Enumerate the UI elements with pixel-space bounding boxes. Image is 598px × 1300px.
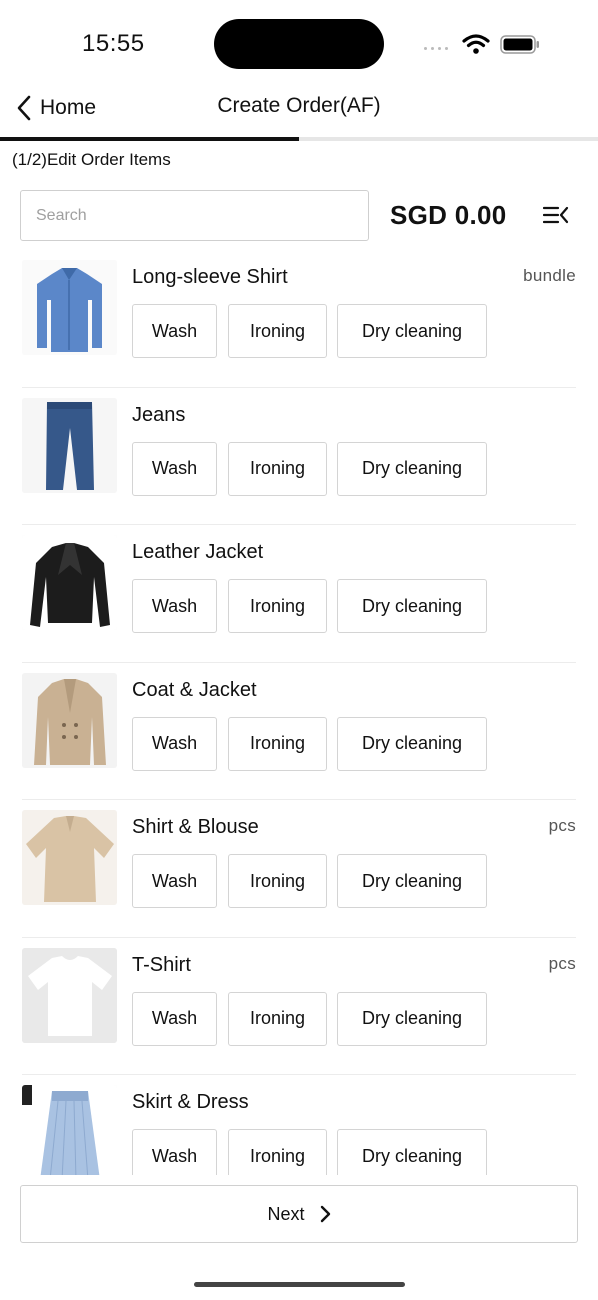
item-name: T-Shirt: [132, 953, 191, 976]
list-item: Long-sleeve Shirt bundle Wash Ironing Dry cl…: [0, 250, 598, 388]
item-list[interactable]: Long-sleeve Shirt bundle Wash Ironing Dry cl…: [0, 250, 598, 1175]
ironing-button[interactable]: Ironing: [228, 1129, 327, 1175]
dry-cleaning-button[interactable]: Dry cleaning: [337, 854, 487, 908]
wash-button[interactable]: Wash: [132, 716, 217, 771]
status-bar: 15:55: [0, 0, 598, 88]
step-progress-fill: [0, 137, 299, 141]
step-progress-bar: [0, 137, 598, 141]
item-name: Long-sleeve Shirt: [132, 266, 288, 288]
list-item: Shirt & Blouse pcs Wash Ironing Dry cleaning: [0, 800, 598, 938]
dry-cleaning-button[interactable]: Dry cleaning: [337, 1129, 487, 1175]
ironing-button[interactable]: Ironing: [228, 579, 327, 633]
dynamic-island: [214, 19, 384, 69]
wash-button[interactable]: Wash: [132, 304, 217, 358]
list-item: Leather Jacket Wash Ironing Dry cleaning: [0, 525, 598, 663]
leather-jacket-photo: [22, 535, 117, 630]
coat-photo: [22, 672, 117, 768]
t-shirt-photo: [22, 947, 117, 1043]
item-name: Shirt & Blouse: [132, 816, 259, 838]
list-item: Coat & Jacket Wash Ironing Dry cleaning: [0, 663, 598, 801]
dry-cleaning-button[interactable]: Dry cleaning: [337, 716, 487, 771]
wash-button[interactable]: Wash: [132, 991, 217, 1046]
wash-button[interactable]: Wash: [132, 854, 217, 908]
wash-button[interactable]: Wash: [132, 579, 217, 633]
home-indicator: [194, 1282, 405, 1287]
next-button[interactable]: Next: [20, 1185, 578, 1243]
chevron-right-icon: [320, 1205, 330, 1223]
wifi-icon: [462, 34, 490, 54]
back-label: Home: [40, 96, 97, 119]
dry-cleaning-button[interactable]: Dry cleaning: [337, 304, 487, 358]
item-unit: pcs: [548, 953, 576, 973]
item-unit: pcs: [548, 816, 576, 835]
item-name: Skirt & Dress: [132, 1091, 249, 1113]
search-input[interactable]: [20, 190, 369, 241]
ironing-button[interactable]: Ironing: [228, 304, 327, 358]
status-time: 15:55: [82, 30, 145, 57]
ironing-button[interactable]: Ironing: [228, 991, 327, 1046]
step-label: (1/2)Edit Order Items: [12, 150, 171, 169]
dry-cleaning-button[interactable]: Dry cleaning: [337, 991, 487, 1046]
dry-cleaning-button[interactable]: Dry cleaning: [337, 441, 487, 496]
skirt-photo: [22, 1085, 117, 1175]
list-collapse-icon[interactable]: [543, 204, 569, 226]
item-name: Coat & Jacket: [132, 678, 257, 701]
list-item: T-Shirt pcs Wash Ironing Dry cleaning: [0, 938, 598, 1076]
list-item: Jeans Wash Ironing Dry cleaning: [0, 388, 598, 526]
long-sleeve-shirt-photo: [22, 260, 117, 355]
cellular-signal-icon: [424, 47, 448, 50]
dry-cleaning-button[interactable]: Dry cleaning: [337, 579, 487, 633]
blouse-photo: [22, 810, 117, 905]
wash-button[interactable]: Wash: [132, 1129, 217, 1175]
back-button[interactable]: Home: [16, 92, 96, 124]
chevron-left-icon: [17, 95, 31, 121]
battery-icon: [500, 35, 539, 54]
item-name: Jeans: [132, 403, 186, 426]
ironing-button[interactable]: Ironing: [228, 716, 327, 771]
jeans-photo: [22, 397, 117, 493]
search-row: SGD 0.00: [20, 190, 580, 242]
next-label: Next: [267, 1203, 305, 1224]
ironing-button[interactable]: Ironing: [228, 854, 327, 908]
item-unit: bundle: [523, 266, 576, 285]
item-name: Leather Jacket: [132, 541, 264, 563]
navigation-bar: Create Order(AF) Home: [0, 84, 598, 132]
ironing-button[interactable]: Ironing: [228, 441, 327, 496]
wash-button[interactable]: Wash: [132, 441, 217, 496]
order-total: SGD 0.00: [390, 200, 507, 230]
list-item: Skirt & Dress Wash Ironing Dry cleaning: [0, 1075, 598, 1175]
